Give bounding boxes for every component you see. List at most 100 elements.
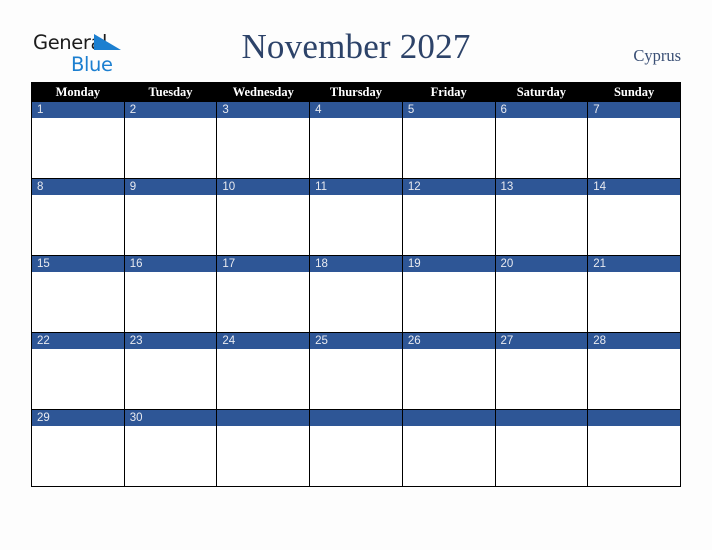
calendar-day-cell[interactable]: 13 <box>494 178 589 256</box>
day-cell-inner: 27 <box>495 333 588 409</box>
day-notes-area[interactable] <box>217 118 310 178</box>
calendar-empty-cell <box>587 409 681 487</box>
day-cell-inner: 10 <box>217 179 310 255</box>
calendar-day-cell[interactable]: 19 <box>401 255 496 333</box>
calendar-day-cell[interactable]: 28 <box>587 332 681 410</box>
date-number: 1 <box>32 102 124 118</box>
calendar-day-cell[interactable]: 23 <box>123 332 218 410</box>
day-cell-inner: 5 <box>402 102 495 178</box>
date-number <box>402 410 495 426</box>
calendar-day-cell[interactable]: 30 <box>123 409 218 487</box>
calendar-day-cell[interactable]: 20 <box>494 255 589 333</box>
calendar-day-cell[interactable]: 6 <box>494 101 589 179</box>
day-notes-area[interactable] <box>124 272 217 332</box>
day-cell-inner: 21 <box>588 256 680 332</box>
day-cell-inner: 16 <box>124 256 217 332</box>
calendar-day-cell[interactable]: 14 <box>587 178 681 256</box>
day-notes-area[interactable] <box>495 349 588 409</box>
day-notes-area[interactable] <box>495 195 588 255</box>
calendar-grid: Monday Tuesday Wednesday Thursday Friday Satu… <box>31 82 681 487</box>
day-notes-area[interactable] <box>310 118 402 178</box>
date-number: 29 <box>32 410 124 426</box>
calendar-day-cell[interactable]: 12 <box>401 178 496 256</box>
calendar-day-cell[interactable]: 9 <box>123 178 218 256</box>
day-notes-area[interactable] <box>588 426 680 486</box>
calendar-day-cell[interactable]: 24 <box>216 332 311 410</box>
date-number: 23 <box>124 333 217 349</box>
calendar-day-cell[interactable]: 2 <box>123 101 218 179</box>
weekday-header-thursday: Thursday <box>309 82 403 102</box>
day-notes-area[interactable] <box>217 349 310 409</box>
day-notes-area[interactable] <box>402 349 495 409</box>
calendar-day-cell[interactable]: 18 <box>309 255 403 333</box>
day-notes-area[interactable] <box>495 272 588 332</box>
day-notes-area[interactable] <box>310 349 402 409</box>
calendar-day-cell[interactable]: 8 <box>31 178 125 256</box>
day-cell-inner: 3 <box>217 102 310 178</box>
calendar-week-row: 1234567 <box>31 101 681 179</box>
calendar-empty-cell <box>401 409 496 487</box>
weekday-header-row: Monday Tuesday Wednesday Thursday Friday Satu… <box>31 82 681 102</box>
day-notes-area[interactable] <box>124 118 217 178</box>
date-number: 30 <box>124 410 217 426</box>
day-notes-area[interactable] <box>32 349 124 409</box>
day-notes-area[interactable] <box>32 118 124 178</box>
day-notes-area[interactable] <box>402 272 495 332</box>
calendar-day-cell[interactable]: 1 <box>31 101 125 179</box>
calendar-day-cell[interactable]: 3 <box>216 101 311 179</box>
date-number: 17 <box>217 256 310 272</box>
day-notes-area[interactable] <box>495 426 588 486</box>
day-notes-area[interactable] <box>402 195 495 255</box>
day-notes-area[interactable] <box>217 426 310 486</box>
calendar-day-cell[interactable]: 21 <box>587 255 681 333</box>
day-cell-inner: 20 <box>495 256 588 332</box>
day-notes-area[interactable] <box>588 118 680 178</box>
calendar-day-cell[interactable]: 5 <box>401 101 496 179</box>
day-notes-area[interactable] <box>402 118 495 178</box>
calendar-day-cell[interactable]: 29 <box>31 409 125 487</box>
day-cell-inner: 11 <box>310 179 402 255</box>
day-notes-area[interactable] <box>32 195 124 255</box>
calendar-day-cell[interactable]: 10 <box>216 178 311 256</box>
day-notes-area[interactable] <box>124 195 217 255</box>
day-notes-area[interactable] <box>32 272 124 332</box>
day-cell-inner <box>402 410 495 486</box>
calendar-day-cell[interactable]: 22 <box>31 332 125 410</box>
date-number: 24 <box>217 333 310 349</box>
date-number: 25 <box>310 333 402 349</box>
calendar-day-cell[interactable]: 7 <box>587 101 681 179</box>
day-notes-area[interactable] <box>217 272 310 332</box>
calendar-week-row: 15 16 17 18 19 20 21 <box>31 255 681 333</box>
calendar-day-cell[interactable]: 16 <box>123 255 218 333</box>
date-number: 11 <box>310 179 402 195</box>
date-number: 20 <box>495 256 588 272</box>
calendar-day-cell[interactable]: 27 <box>494 332 589 410</box>
day-notes-area[interactable] <box>124 426 217 486</box>
date-number: 5 <box>402 102 495 118</box>
day-notes-area[interactable] <box>217 195 310 255</box>
calendar-day-cell[interactable]: 26 <box>401 332 496 410</box>
day-notes-area[interactable] <box>310 272 402 332</box>
calendar-day-cell[interactable]: 15 <box>31 255 125 333</box>
date-number: 2 <box>124 102 217 118</box>
day-notes-area[interactable] <box>588 272 680 332</box>
day-notes-area[interactable] <box>32 426 124 486</box>
day-notes-area[interactable] <box>588 195 680 255</box>
day-notes-area[interactable] <box>310 195 402 255</box>
day-cell-inner: 15 <box>32 256 124 332</box>
day-notes-area[interactable] <box>588 349 680 409</box>
day-notes-area[interactable] <box>310 426 402 486</box>
calendar-day-cell[interactable]: 11 <box>309 178 403 256</box>
day-notes-area[interactable] <box>124 349 217 409</box>
day-notes-area[interactable] <box>402 426 495 486</box>
date-number: 9 <box>124 179 217 195</box>
page-header: General Blue November 2027 Cyprus <box>0 0 712 82</box>
calendar-day-cell[interactable]: 17 <box>216 255 311 333</box>
day-notes-area[interactable] <box>495 118 588 178</box>
calendar-day-cell[interactable]: 25 <box>309 332 403 410</box>
page-title: November 2027 <box>241 27 471 66</box>
date-number: 4 <box>310 102 402 118</box>
date-number: 6 <box>495 102 588 118</box>
calendar-day-cell[interactable]: 4 <box>309 101 403 179</box>
date-number <box>310 410 402 426</box>
